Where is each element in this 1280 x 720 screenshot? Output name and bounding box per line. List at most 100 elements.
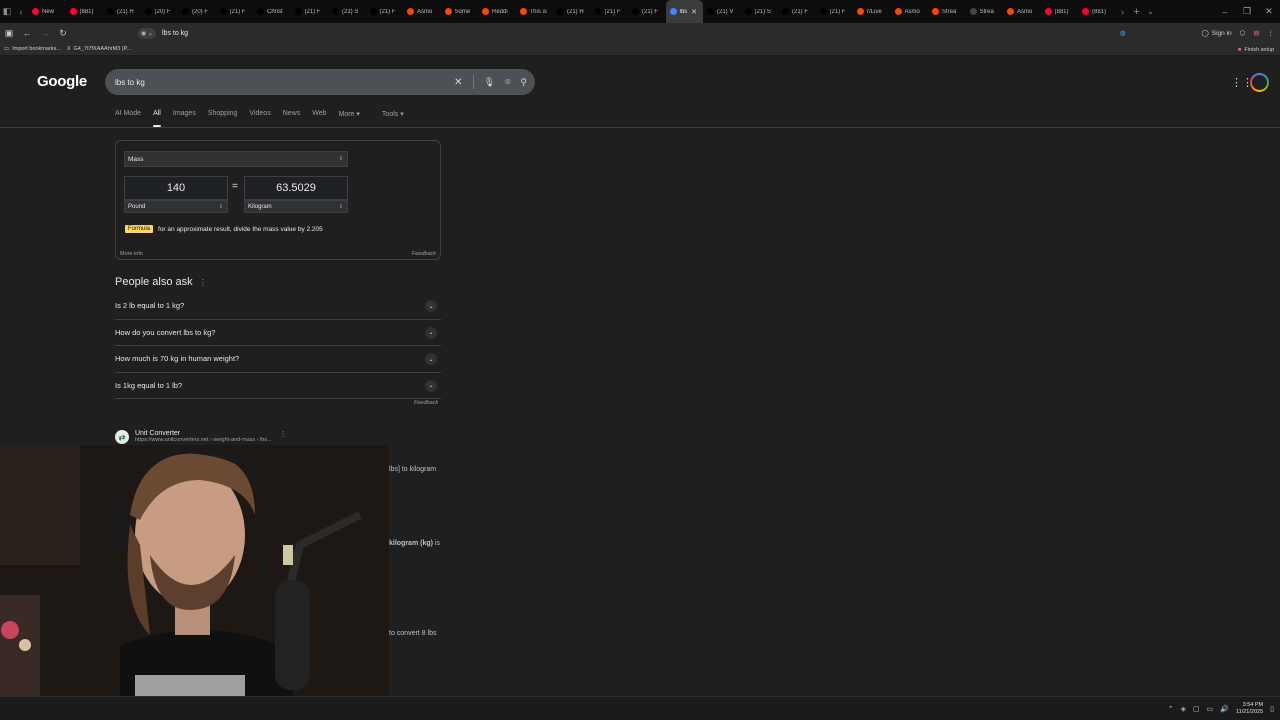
- browser-tab[interactable]: Strea: [928, 0, 966, 23]
- google-logo[interactable]: Google: [37, 73, 87, 90]
- tab-videos[interactable]: Videos: [249, 110, 270, 124]
- result-menu-icon[interactable]: ⋮: [280, 430, 287, 444]
- chevron-down-icon[interactable]: ⌄: [425, 300, 437, 312]
- from-unit-select[interactable]: Pound ⇕: [124, 200, 228, 213]
- tab-more[interactable]: More ▾: [339, 110, 360, 124]
- browser-tab[interactable]: (21) S: [328, 0, 366, 23]
- notifications-icon[interactable]: ▯: [1270, 705, 1274, 713]
- browser-tab[interactable]: New: [28, 0, 66, 23]
- paa-question[interactable]: How do you convert lbs to kg? ⌄: [115, 320, 441, 346]
- paa-question[interactable]: How much is 70 kg in human weight? ⌄: [115, 346, 441, 373]
- tab-all[interactable]: All: [153, 110, 161, 124]
- tab-favicon-icon: [819, 8, 827, 15]
- tab-web[interactable]: Web: [312, 110, 326, 124]
- restore-icon[interactable]: ❐: [1236, 6, 1258, 17]
- sidebar-icon[interactable]: ▣: [0, 23, 18, 43]
- menu-icon[interactable]: ⋮: [1268, 29, 1275, 37]
- browser-tab[interactable]: (20) F: [178, 0, 216, 23]
- bookmark-import[interactable]: ▭ Import bookmarks...: [4, 46, 61, 52]
- browser-tab[interactable]: Some: [441, 0, 479, 23]
- tab-ai-mode[interactable]: AI Mode: [115, 110, 141, 124]
- bookmark-label: Import bookmarks...: [12, 46, 61, 52]
- browser-tab[interactable]: Asmo: [1003, 0, 1041, 23]
- finish-setup-button[interactable]: ■ Finish setup: [1238, 43, 1274, 56]
- to-value-input[interactable]: 63.5029: [244, 176, 348, 200]
- microphone-icon[interactable]: 🎙: [484, 77, 495, 88]
- minimize-icon[interactable]: –: [1214, 7, 1236, 17]
- from-value-input[interactable]: 140: [124, 176, 228, 200]
- browser-tab[interactable]: Christ: [253, 0, 291, 23]
- browser-tab[interactable]: (21) V: [703, 0, 741, 23]
- browser-tab[interactable]: (21) F: [816, 0, 854, 23]
- show-hidden-icons-icon[interactable]: ⌃: [1168, 705, 1174, 713]
- reload-icon[interactable]: ↻: [54, 23, 72, 43]
- address-bar[interactable]: ◉ ⌄ lbs to kg: [134, 25, 1124, 41]
- clock[interactable]: 3:54 PM 11/21/2025: [1236, 702, 1263, 716]
- translate-icon[interactable]: ◍: [1120, 29, 1126, 37]
- chevron-down-icon[interactable]: ⌄: [425, 353, 437, 365]
- bookmark-x-post[interactable]: X G4_7t7fXAAAhrM3 (P...: [67, 46, 131, 52]
- paa-question[interactable]: Is 2 lb equal to 1 kg? ⌄: [115, 293, 441, 320]
- tab-shopping[interactable]: Shopping: [208, 110, 238, 124]
- browser-tab[interactable]: (881): [66, 0, 104, 23]
- close-window-icon[interactable]: ✕: [1258, 6, 1280, 17]
- browser-tab[interactable]: (21) F: [366, 0, 404, 23]
- scroll-tabs-left-icon[interactable]: ‹: [14, 0, 28, 23]
- browser-tab[interactable]: (21) F: [591, 0, 629, 23]
- site-info-icon[interactable]: ◉ ⌄: [138, 27, 156, 39]
- tray-app-icon[interactable]: ▢: [1193, 705, 1200, 713]
- sign-in-button[interactable]: ◯ Sign in: [1202, 29, 1232, 38]
- back-icon[interactable]: ←: [18, 23, 36, 43]
- tab-news[interactable]: News: [283, 110, 301, 124]
- chevron-down-icon[interactable]: ⌄: [425, 326, 437, 339]
- volume-icon[interactable]: 🔊: [1220, 705, 1229, 713]
- notification-icon[interactable]: ▤: [1253, 29, 1259, 37]
- new-tab-icon[interactable]: +: [1130, 0, 1144, 23]
- tab-title: (881): [79, 8, 94, 15]
- clear-icon[interactable]: ✕: [454, 77, 462, 88]
- tab-favicon-icon: [219, 8, 227, 15]
- tab-search-icon[interactable]: ◧: [0, 0, 14, 23]
- network-icon[interactable]: ▭: [1207, 705, 1214, 713]
- chevron-down-icon[interactable]: ⌄: [425, 379, 437, 392]
- browser-tab[interactable]: Asmo: [403, 0, 441, 23]
- browser-tab[interactable]: (21) F: [291, 0, 329, 23]
- browser-tab[interactable]: Reddi: [478, 0, 516, 23]
- avatar[interactable]: [1250, 73, 1269, 92]
- browser-tab[interactable]: (21) H: [553, 0, 591, 23]
- more-info-link[interactable]: More info: [120, 251, 143, 257]
- browser-tab[interactable]: (21) S: [741, 0, 779, 23]
- browser-tab[interactable]: (881): [1078, 0, 1116, 23]
- browser-tab[interactable]: (20) F: [141, 0, 179, 23]
- more-options-icon[interactable]: ⋮: [199, 278, 207, 287]
- search-input[interactable]: lbs to kg ✕ 🎙 ⌾ ⚲: [105, 69, 535, 95]
- search-icon[interactable]: ⚲: [520, 77, 527, 88]
- browser-tab[interactable]: (21) F: [628, 0, 666, 23]
- paa-feedback-link[interactable]: Feedback: [414, 400, 438, 406]
- feedback-link[interactable]: Feedback: [412, 251, 436, 257]
- tab-images[interactable]: Images: [173, 110, 196, 124]
- browser-tab[interactable]: This is: [516, 0, 554, 23]
- browser-tab[interactable]: lbs ✕: [665, 0, 703, 23]
- paa-question[interactable]: Is 1kg equal to 1 lb? ⌄: [115, 373, 441, 399]
- search-result[interactable]: ⇄ Unit Converter https://www.unitconvert…: [115, 430, 287, 444]
- tab-tools[interactable]: Tools ▾: [382, 110, 404, 124]
- quantity-select[interactable]: Mass ⇕: [124, 151, 348, 167]
- browser-tab[interactable]: (21) F: [216, 0, 254, 23]
- browser-tab[interactable]: Asmo: [891, 0, 929, 23]
- browser-tab[interactable]: (881): [1041, 0, 1079, 23]
- browser-tab[interactable]: r/Live: [853, 0, 891, 23]
- camera-icon[interactable]: ⌾: [505, 77, 510, 88]
- extensions-icon[interactable]: ⬡: [1240, 29, 1246, 37]
- tray-app-icon[interactable]: ◈: [1181, 705, 1186, 713]
- forward-icon[interactable]: →: [36, 23, 54, 43]
- close-tab-icon[interactable]: ✕: [691, 8, 697, 16]
- browser-tab[interactable]: (21) F: [778, 0, 816, 23]
- scroll-tabs-right-icon[interactable]: ›: [1116, 0, 1130, 23]
- to-unit-select[interactable]: Kilogram ⇕: [244, 200, 348, 213]
- browser-tab[interactable]: (21) H: [103, 0, 141, 23]
- tab-list-icon[interactable]: ⌄: [1144, 0, 1158, 23]
- apps-grid-icon[interactable]: ⋮⋮: [1231, 76, 1253, 89]
- tab-title: (881): [1054, 8, 1069, 15]
- browser-tab[interactable]: Strea: [966, 0, 1004, 23]
